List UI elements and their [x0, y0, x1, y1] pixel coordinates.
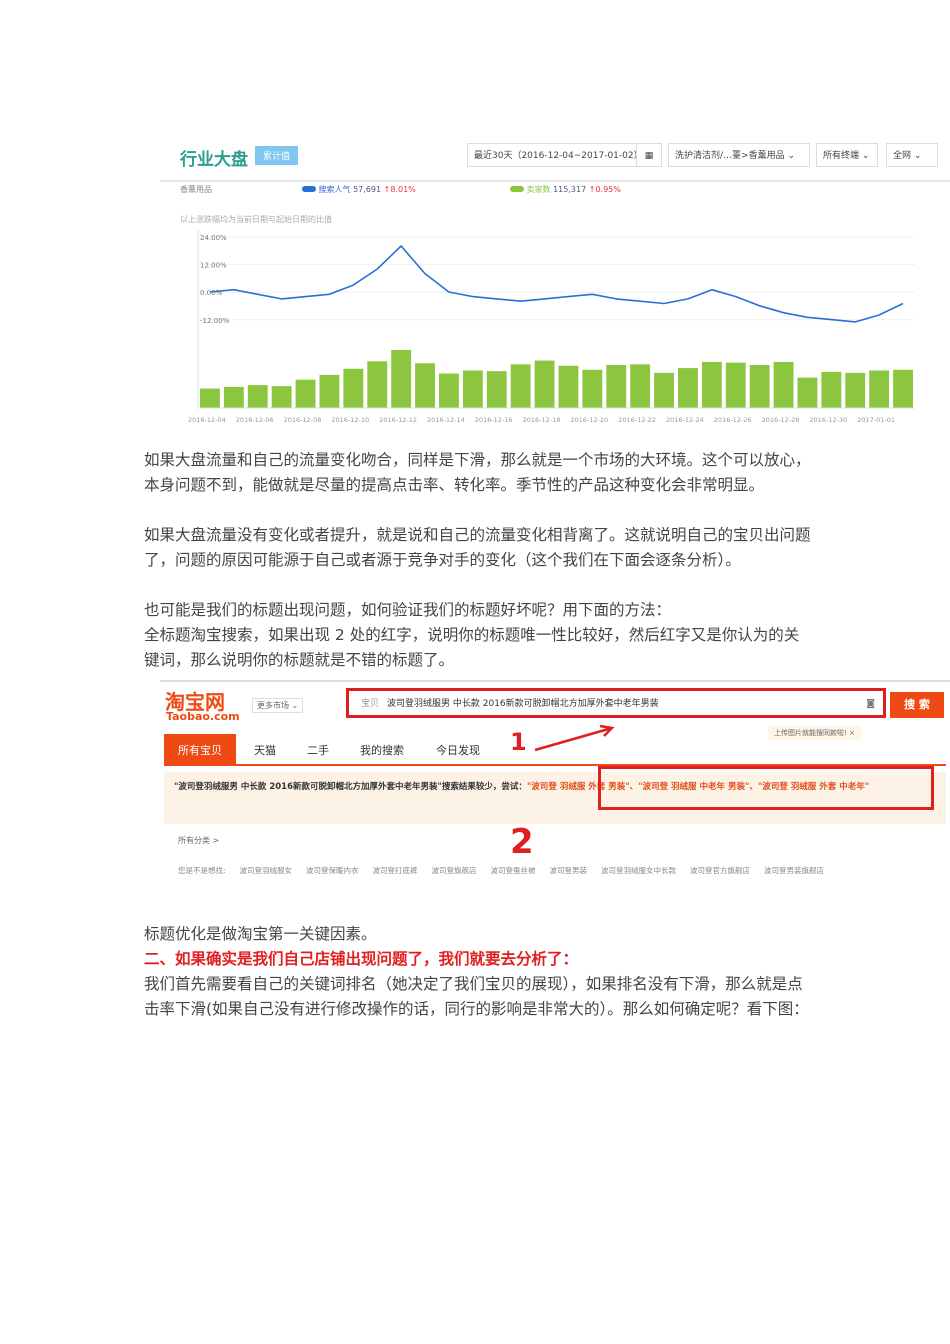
search-input[interactable]: 宝贝 波司登羽绒服男 中长款 2016新款可脱卸帽北方加厚外套中老年男装 ◙ [353, 694, 883, 714]
tab-my-search[interactable]: 我的搜索 [360, 742, 404, 758]
bar [223, 386, 244, 408]
industry-dashboard-screenshot: 行业大盘 累计值 最近30天（2016-12-04~2017-01-02） ▦ … [160, 135, 950, 430]
x-tick-label: 2016-12-26 [714, 416, 752, 424]
chart: 24.00%12.00%0.00%-12.00%2016-12-04 2016-1… [188, 230, 915, 424]
bar [319, 374, 340, 408]
bar [797, 377, 818, 408]
x-tick-label: 2016-12-16 [475, 416, 513, 424]
paragraph: 全标题淘宝搜索，如果出现 2 处的红字，说明你的标题唯一性比较好，然后红字又是你… [144, 626, 800, 669]
related-link[interactable]: 波司登男装 [550, 865, 588, 876]
bar [654, 372, 674, 408]
bar [439, 373, 459, 408]
bar [893, 369, 913, 408]
x-tick-label: 2016-12-04 [188, 416, 226, 424]
bar [391, 350, 412, 408]
x-tick-label: 2016-12-22 [618, 416, 656, 424]
bar [534, 360, 555, 408]
bar [630, 364, 651, 408]
related-link[interactable]: 波司登羽绒服女 [240, 865, 293, 876]
related-link[interactable]: 波司登保暖内衣 [306, 865, 359, 876]
y-tick-label: 12.00% [200, 262, 227, 270]
related-link[interactable]: 波司登男装旗舰店 [764, 865, 824, 876]
bar [845, 372, 866, 408]
tab-secondhand[interactable]: 二手 [307, 742, 329, 758]
related-link[interactable]: 波司登羽绒服女中长款 [601, 865, 676, 876]
x-tick-label: 2016-12-12 [379, 416, 417, 424]
highlight-box-2 [598, 766, 934, 810]
tab-bar: 所有宝贝 天猫 二手 我的搜索 今日发现 [164, 734, 946, 766]
bar [558, 365, 579, 408]
x-tick-label: 2016-12-14 [427, 416, 465, 424]
tab-today[interactable]: 今日发现 [436, 742, 480, 758]
x-tick-label: 2016-12-18 [523, 416, 561, 424]
bar [486, 371, 507, 408]
taobao-logo-sub: Taobao.com [166, 710, 240, 723]
bar [200, 388, 220, 408]
related-link[interactable]: 波司登官方旗舰店 [690, 865, 750, 876]
x-tick-label: 2016-12-10 [331, 416, 369, 424]
bar [725, 362, 746, 408]
x-tick-label: 2016-12-06 [236, 416, 274, 424]
paragraph: 如果大盘流量没有变化或者提升，就是说和自己的流量变化相背离了。这就说明自己的宝贝… [144, 526, 811, 569]
market-select[interactable]: 更多市场 ⌄ [252, 698, 304, 713]
tab-all[interactable]: 所有宝贝 [178, 742, 222, 758]
marker-2: 2 [510, 822, 534, 862]
all-categories-link[interactable]: 所有分类 > [178, 835, 219, 846]
bar [606, 365, 627, 408]
bar [271, 386, 292, 408]
section-heading: 二、如果确实是我们自己店铺出现问题了，我们就要去分析了： [144, 950, 579, 968]
camera-icon[interactable]: ◙ [866, 694, 875, 714]
related-searches: 您是不是想找: 波司登羽绒服女 波司登保暖内衣 波司登打底裤 波司登旗舰店 波司… [178, 865, 824, 876]
paragraph: 我们首先需要看自己的关键词排名（她决定了我们宝贝的展现），如果排名没有下滑，那么… [144, 975, 809, 1018]
tab-tmall[interactable]: 天猫 [254, 742, 276, 758]
search-query: 波司登羽绒服男 中长款 2016新款可脱卸帽北方加厚外套中老年男装 [387, 699, 659, 709]
bar [821, 371, 842, 408]
bar [415, 363, 435, 408]
bar [749, 365, 770, 408]
related-link[interactable]: 波司登打底裤 [373, 865, 418, 876]
related-label: 您是不是想找: [178, 866, 226, 875]
y-tick-label: -12.00% [200, 317, 230, 325]
paragraph: 标题优化是做淘宝第一关键因素。 [144, 925, 377, 943]
bar [582, 369, 603, 408]
bar [295, 379, 316, 408]
bar [701, 361, 722, 408]
x-tick-label: 2016-12-24 [666, 416, 704, 424]
paragraph: 也可能是我们的标题出现问题，如何验证我们的标题好坏呢？用下面的方法： [144, 601, 672, 619]
x-tick-label: 2017-01-01 [857, 416, 895, 424]
bar [462, 370, 483, 408]
related-link[interactable]: 波司登蚕丝被 [491, 865, 536, 876]
x-tick-label: 2016-12-08 [284, 416, 322, 424]
paragraph: 如果大盘流量和自己的流量变化吻合，同样是下滑，那么就是一个市场的大环境。这个可以… [144, 451, 811, 494]
x-tick-label: 2016-12-20 [570, 416, 608, 424]
notice-message: "波司登羽绒服男 中长款 2016新款可脱卸帽北方加厚外套中老年男装"搜索结果较… [174, 782, 527, 792]
scope-select[interactable]: 宝贝 [361, 699, 379, 709]
market-label: 更多市场 [257, 701, 289, 710]
taobao-search-screenshot: 淘宝网 Taobao.com 更多市场 ⌄ 宝贝 波司登羽绒服男 中长款 2016… [160, 680, 950, 902]
bar [343, 368, 364, 408]
bar [869, 370, 890, 408]
bar [510, 364, 531, 408]
bar [367, 361, 388, 408]
bar [247, 385, 268, 408]
document-page: 行业大盘 累计值 最近30天（2016-12-04~2017-01-02） ▦ … [0, 0, 950, 1344]
x-tick-label: 2016-12-30 [809, 416, 847, 424]
bar [773, 361, 794, 408]
search-button[interactable]: 搜 索 [890, 692, 944, 718]
bar [678, 368, 698, 408]
related-link[interactable]: 波司登旗舰店 [432, 865, 477, 876]
y-tick-label: 24.00% [200, 234, 227, 242]
line-series [209, 245, 904, 323]
x-tick-label: 2016-12-28 [762, 416, 800, 424]
